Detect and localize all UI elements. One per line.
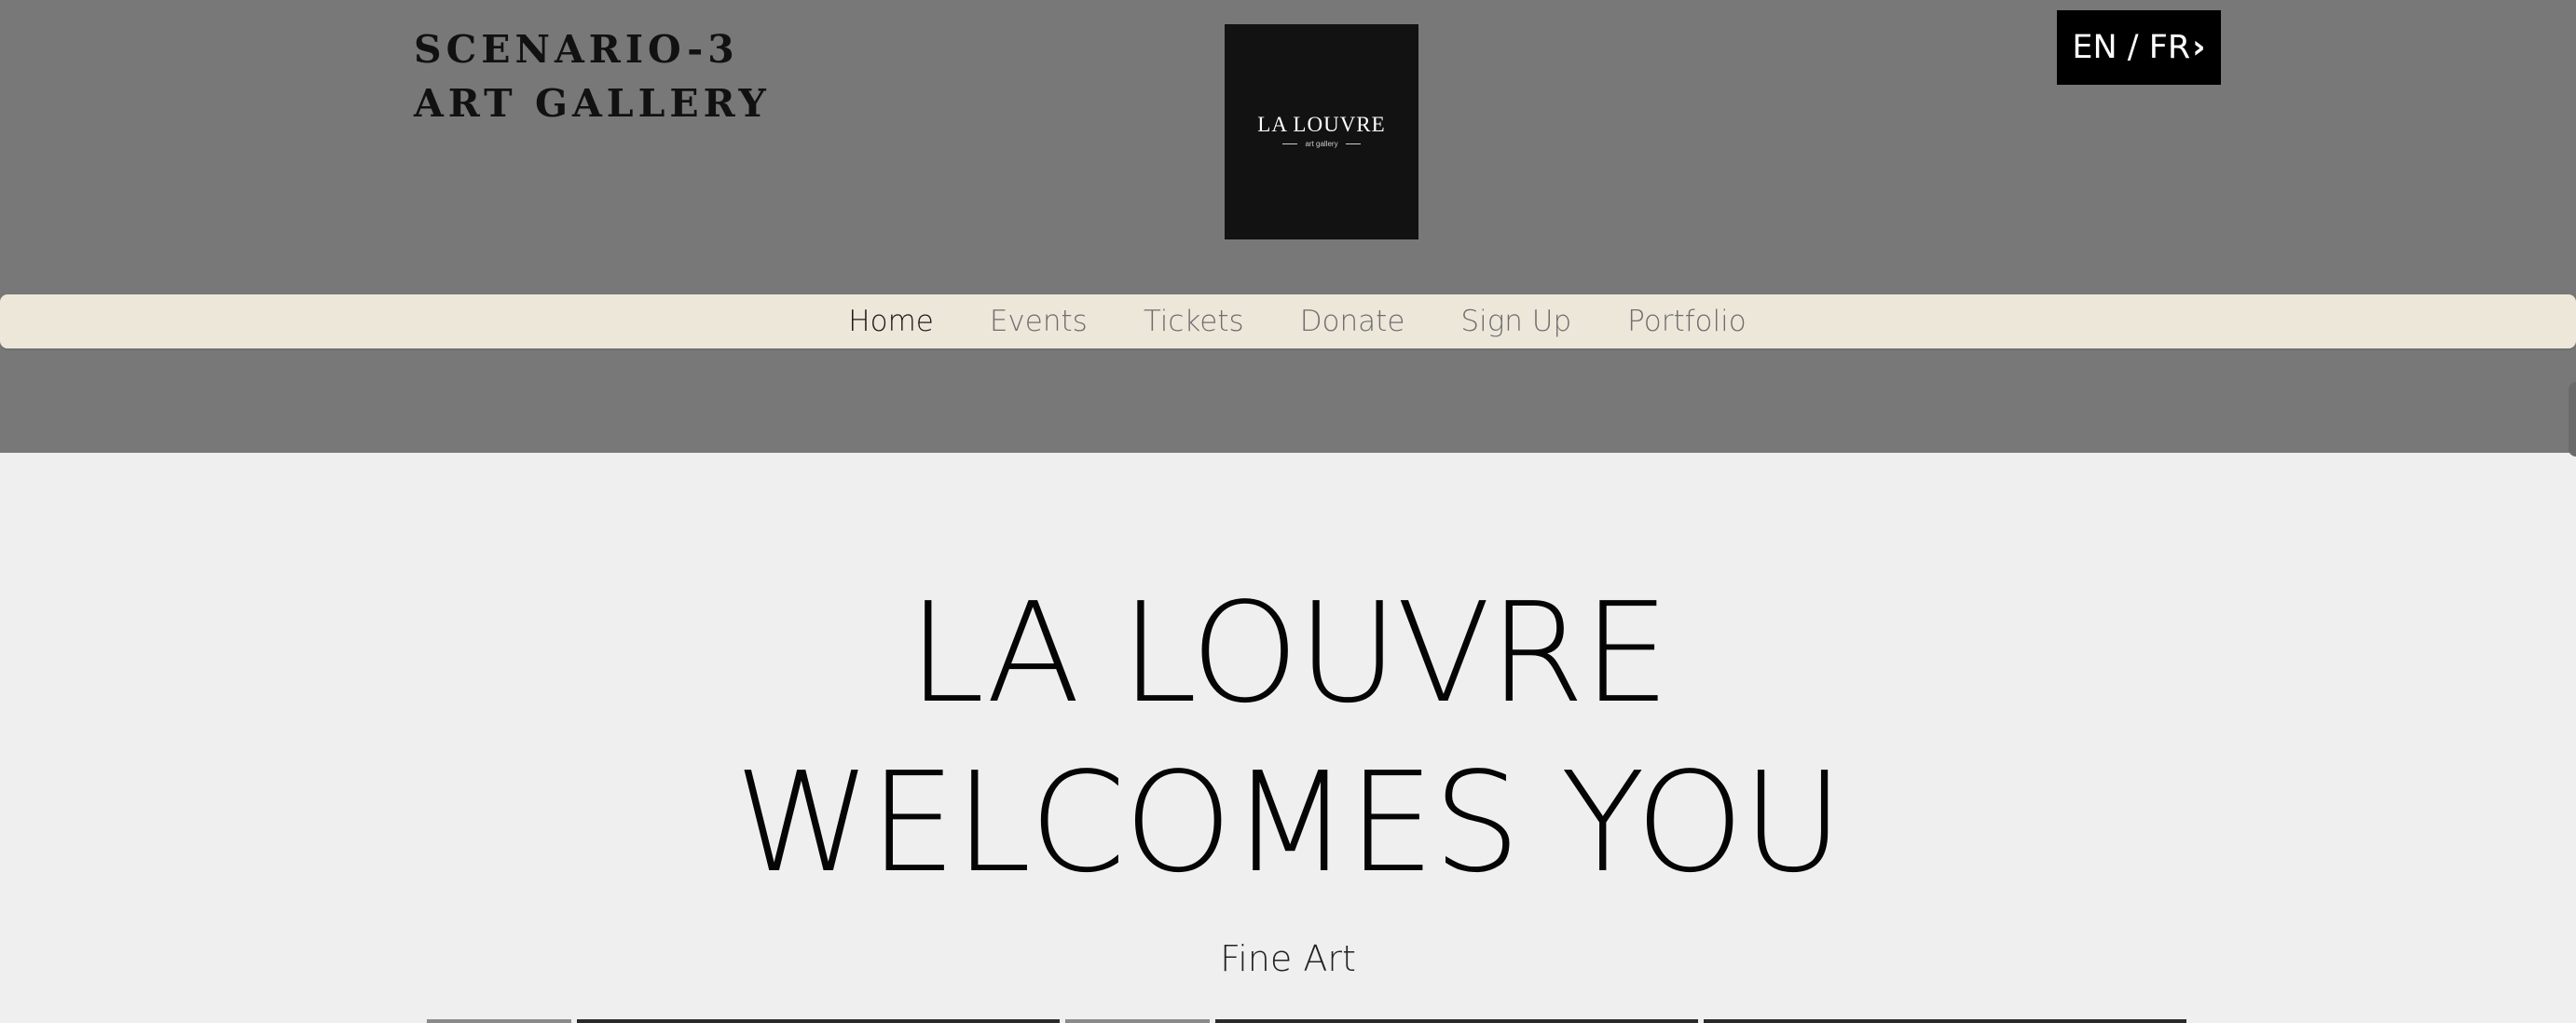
main-nav: Home Events Tickets Donate Sign Up Portf… — [0, 294, 2576, 348]
hero-image-top-edge — [427, 1019, 2186, 1023]
site-title-line2: ART GALLERY — [414, 81, 771, 126]
nav-item-donate[interactable]: Donate — [1300, 305, 1405, 338]
site-header: SCENARIO-3 ART GALLERY LA LOUVRE art gal… — [0, 0, 2576, 457]
image-edge-segment — [1704, 1019, 2186, 1023]
nav-item-sign-up[interactable]: Sign Up — [1460, 305, 1571, 338]
nav-item-tickets[interactable]: Tickets — [1144, 305, 1244, 338]
logo-tagline: art gallery — [1225, 140, 1418, 148]
hero-subtitle: Fine Art — [1220, 938, 1356, 979]
side-scroll-tab[interactable] — [2569, 382, 2576, 457]
nav-item-events[interactable]: Events — [990, 305, 1088, 338]
nav-item-portfolio[interactable]: Portfolio — [1627, 305, 1747, 338]
la-louvre-logo[interactable]: LA LOUVRE art gallery — [1225, 24, 1418, 239]
hero-title-line2: WELCOMES YOU — [734, 743, 1843, 903]
logo-name: LA LOUVRE — [1257, 113, 1386, 136]
image-edge-segment — [1215, 1019, 1699, 1023]
site-title-line1: SCENARIO-3 — [414, 27, 739, 72]
hero-title-line1: LA LOUVRE — [908, 573, 1670, 733]
nav-item-home[interactable]: Home — [848, 305, 934, 338]
image-edge-segment — [427, 1019, 572, 1023]
image-edge-segment — [577, 1019, 1061, 1023]
image-edge-segment — [1065, 1019, 1211, 1023]
site-title[interactable]: SCENARIO-3 ART GALLERY — [414, 22, 771, 130]
language-switch-button[interactable]: EN / FR› — [2057, 10, 2221, 85]
chevron-right-icon: › — [2192, 29, 2206, 66]
hero-title: LA LOUVRE WELCOMES YOU — [0, 568, 2576, 907]
language-switch-label: EN / FR — [2072, 29, 2191, 66]
nav-items: Home Events Tickets Donate Sign Up Portf… — [0, 294, 2576, 348]
